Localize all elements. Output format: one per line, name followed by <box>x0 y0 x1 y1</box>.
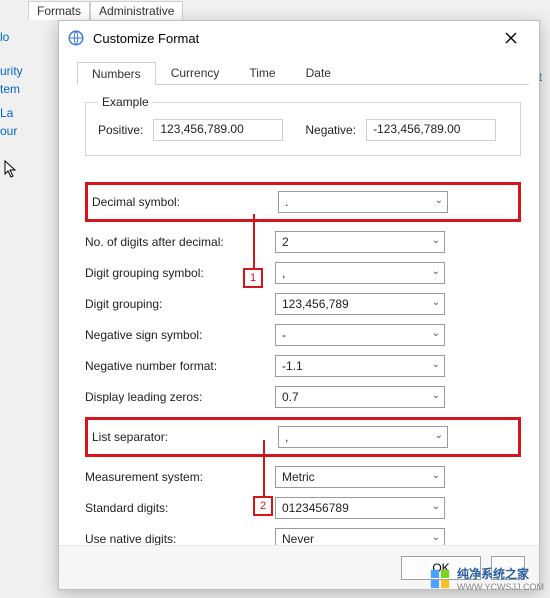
neg-format-label: Negative number format: <box>85 359 275 373</box>
format-tabs: Numbers Currency Time Date <box>77 61 529 85</box>
neg-sign-value: - <box>282 328 286 342</box>
row-group-symbol: Digit grouping symbol: ,⌄ <box>85 262 521 284</box>
row-grouping: Digit grouping: 123,456,789 ⌄ <box>85 293 521 315</box>
leading-zeros-value: 0.7 <box>282 390 299 404</box>
chevron-down-icon: ⌄ <box>435 195 443 206</box>
annotation-line <box>253 214 255 272</box>
row-native-digits: Use native digits: Never ⌄ <box>85 528 521 545</box>
chevron-down-icon: ⌄ <box>432 501 440 512</box>
tab-time[interactable]: Time <box>234 61 290 84</box>
bg-link-la[interactable]: La <box>0 106 23 120</box>
customize-format-dialog: Customize Format Numbers Currency Time D… <box>58 20 540 590</box>
digits-after-value: 2 <box>282 235 289 249</box>
numbers-panel: Example Positive: 123,456,789.00 Negativ… <box>59 85 539 545</box>
leading-zeros-label: Display leading zeros: <box>85 390 275 404</box>
example-legend: Example <box>98 95 153 109</box>
row-std-digits: Standard digits: 0123456789 ⌄ <box>85 497 521 519</box>
std-digits-combo[interactable]: 0123456789 ⌄ <box>275 497 445 519</box>
tab-numbers[interactable]: Numbers <box>77 62 156 85</box>
decimal-symbol-combo[interactable]: .⌄ <box>278 191 448 213</box>
native-digits-value: Never <box>282 532 314 545</box>
digits-after-label: No. of digits after decimal: <box>85 235 275 249</box>
decimal-symbol-value: . <box>285 195 288 209</box>
cursor-icon <box>4 160 18 181</box>
neg-sign-label: Negative sign symbol: <box>85 328 275 342</box>
close-button[interactable] <box>491 24 531 52</box>
watermark: 纯净系统之家 WWW.YCWSJJ.COM <box>429 565 544 592</box>
list-sep-combo[interactable]: ,⌄ <box>278 426 448 448</box>
watermark-sub: WWW.YCWSJJ.COM <box>457 582 544 592</box>
tab-administrative-bg[interactable]: Administrative <box>90 1 183 20</box>
row-neg-sign: Negative sign symbol: -⌄ <box>85 324 521 346</box>
chevron-down-icon: ⌄ <box>432 532 440 543</box>
list-sep-value: , <box>285 430 288 444</box>
grouping-value: 123,456,789 <box>282 297 349 311</box>
tab-currency[interactable]: Currency <box>156 61 235 84</box>
bg-link-lo: lo <box>0 30 9 44</box>
tab-formats-bg[interactable]: Formats <box>28 1 90 20</box>
chevron-down-icon: ⌄ <box>432 328 440 339</box>
measure-value: Metric <box>282 470 315 484</box>
positive-value: 123,456,789.00 <box>153 119 283 141</box>
example-group: Example Positive: 123,456,789.00 Negativ… <box>85 95 521 156</box>
tab-date[interactable]: Date <box>291 61 346 84</box>
digits-after-combo[interactable]: 2⌄ <box>275 231 445 253</box>
neg-sign-combo[interactable]: -⌄ <box>275 324 445 346</box>
dialog-title: Customize Format <box>93 31 491 46</box>
std-digits-label: Standard digits: <box>85 501 275 515</box>
grouping-label: Digit grouping: <box>85 297 275 311</box>
annotation-2: 2 <box>253 496 273 516</box>
chevron-down-icon: ⌄ <box>432 470 440 481</box>
row-leading-zeros: Display leading zeros: 0.7 ⌄ <box>85 386 521 408</box>
grouping-combo[interactable]: 123,456,789 ⌄ <box>275 293 445 315</box>
bg-link: our <box>0 124 23 138</box>
neg-format-value: -1.1 <box>282 359 303 373</box>
group-symbol-combo[interactable]: ,⌄ <box>275 262 445 284</box>
list-sep-label: List separator: <box>92 430 278 444</box>
negative-value: -123,456,789.00 <box>366 119 496 141</box>
annotation-line <box>263 440 265 500</box>
positive-label: Positive: <box>98 123 143 137</box>
watermark-text: 纯净系统之家 <box>457 567 529 581</box>
chevron-down-icon: ⌄ <box>432 297 440 308</box>
decimal-symbol-label: Decimal symbol: <box>92 195 278 209</box>
form: Decimal symbol: .⌄ No. of digits after d… <box>85 182 521 545</box>
globe-icon <box>67 29 85 47</box>
group-symbol-value: , <box>282 266 285 280</box>
bg-left-links: urity tem La our <box>0 60 23 142</box>
row-neg-format: Negative number format: -1.1 ⌄ <box>85 355 521 377</box>
row-list-separator: List separator: ,⌄ <box>85 417 521 457</box>
annotation-1: 1 <box>243 268 263 288</box>
chevron-down-icon: ⌄ <box>432 359 440 370</box>
windows-logo-icon <box>429 568 451 590</box>
row-decimal-symbol: Decimal symbol: .⌄ <box>85 182 521 222</box>
chevron-down-icon: ⌄ <box>435 430 443 441</box>
neg-format-combo[interactable]: -1.1 ⌄ <box>275 355 445 377</box>
region-settings-tabs: Formats Administrative <box>28 1 183 20</box>
chevron-down-icon: ⌄ <box>432 266 440 277</box>
negative-label: Negative: <box>305 123 356 137</box>
std-digits-value: 0123456789 <box>282 501 349 515</box>
leading-zeros-combo[interactable]: 0.7 ⌄ <box>275 386 445 408</box>
row-measure: Measurement system: Metric ⌄ <box>85 466 521 488</box>
close-icon <box>505 32 517 44</box>
row-digits-after: No. of digits after decimal: 2⌄ <box>85 231 521 253</box>
native-digits-label: Use native digits: <box>85 532 275 545</box>
bg-link: urity <box>0 64 23 78</box>
bg-link: tem <box>0 82 23 96</box>
native-digits-combo[interactable]: Never ⌄ <box>275 528 445 545</box>
chevron-down-icon: ⌄ <box>432 235 440 246</box>
chevron-down-icon: ⌄ <box>432 390 440 401</box>
titlebar: Customize Format <box>59 21 539 55</box>
measure-label: Measurement system: <box>85 470 275 484</box>
measure-combo[interactable]: Metric ⌄ <box>275 466 445 488</box>
